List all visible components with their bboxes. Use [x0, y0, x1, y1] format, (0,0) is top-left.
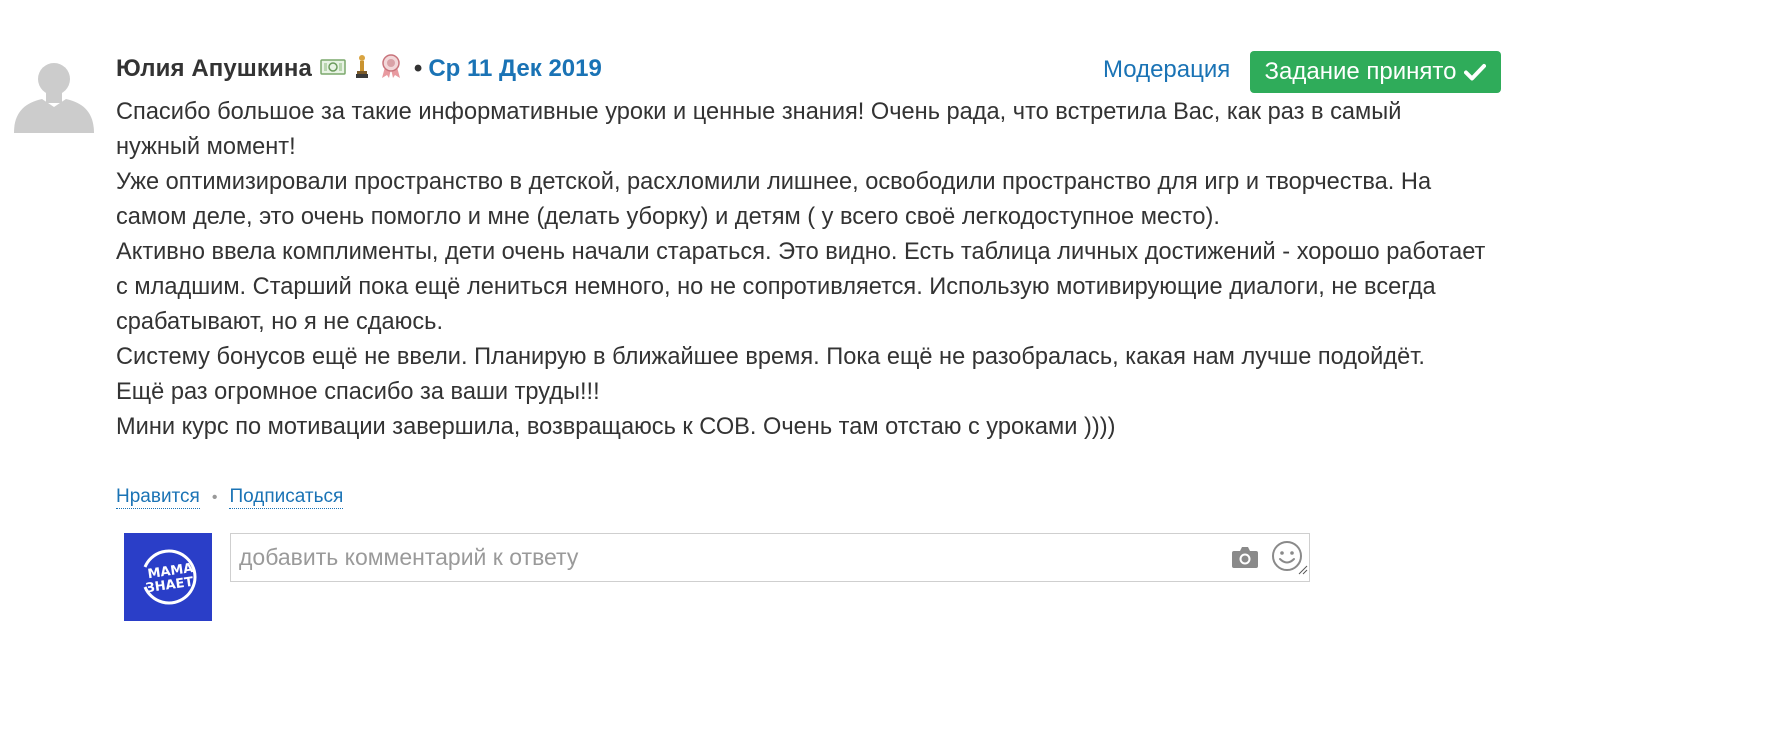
post-text-line: нужный момент!	[116, 134, 296, 160]
resize-handle-icon[interactable]	[1296, 562, 1308, 580]
post-text-line: Систему бонусов ещё не ввели. Планирую в…	[116, 344, 1425, 370]
post-actions: Нравится • Подписаться	[116, 486, 344, 509]
post-date[interactable]: Ср 11 Дек 2019	[428, 55, 602, 83]
post-text-line: Спасибо большое за такие информативные у…	[116, 99, 1402, 125]
trophy-badge-icon	[352, 53, 372, 86]
header-separator: •	[413, 55, 423, 82]
subscribe-link[interactable]: Подписаться	[229, 486, 344, 509]
actions-separator: •	[211, 488, 218, 506]
post-text-line: срабатывают, но я не сдаюсь.	[116, 309, 444, 335]
comment-post: Юлия Апушкина • Ср 11 Дек 2019 Модерация…	[0, 0, 1788, 756]
author-name[interactable]: Юлия Апушкина	[116, 55, 312, 83]
medal-badge-icon	[378, 53, 404, 86]
commenter-avatar[interactable]: МАМА ЗНАЕТ	[124, 533, 212, 621]
post-text-line: Мини курс по мотивации завершила, возвра…	[116, 414, 1116, 440]
post-text-line: Ещё раз огромное спасибо за ваши труды!!…	[116, 379, 600, 405]
task-accepted-label: Задание принято	[1264, 58, 1457, 85]
camera-icon[interactable]	[1231, 545, 1259, 574]
author-avatar[interactable]	[14, 55, 94, 135]
post-header: Юлия Апушкина • Ср 11 Дек 2019	[116, 52, 602, 86]
post-text-line: самом деле, это очень помогло и мне (дел…	[116, 204, 1220, 230]
post-text-line: Активно ввела комплименты, дети очень на…	[116, 239, 1486, 265]
default-user-icon	[14, 63, 94, 133]
like-link[interactable]: Нравится	[116, 486, 200, 509]
checkmark-icon	[1464, 64, 1487, 81]
post-body: Спасибо большое за такие информативные у…	[116, 95, 1516, 445]
post-text-line: с младшим. Старший пока ещё лениться нем…	[116, 274, 1436, 300]
post-text-line: Уже оптимизировали пространство в детско…	[116, 169, 1432, 195]
money-badge-icon	[320, 55, 346, 83]
comment-box	[230, 533, 1310, 582]
task-accepted-button[interactable]: Задание принято	[1250, 51, 1501, 93]
mama-znaet-logo: МАМА ЗНАЕТ	[124, 533, 212, 621]
comment-input[interactable]	[231, 534, 1211, 581]
moderation-link[interactable]: Модерация	[1103, 56, 1230, 84]
